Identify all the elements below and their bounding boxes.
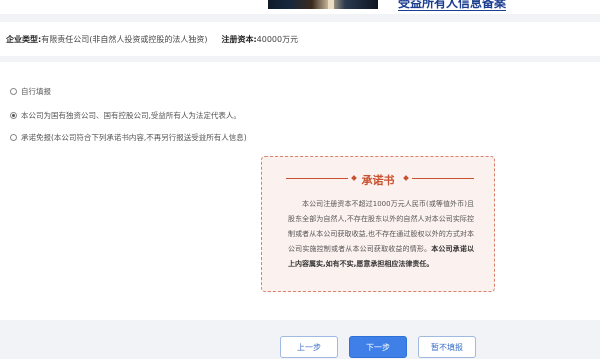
option-state-owned[interactable]: 本公司为国有独资公司、国有控股公司,受益所有人为法定代表人。 bbox=[10, 110, 241, 121]
skip-report-button[interactable]: 暂不填报 bbox=[418, 336, 476, 358]
pledge-text: 本公司注册资本不超过1000万元人民币(或等值外币)且股东全部为自然人,不存在股… bbox=[288, 197, 474, 272]
pledge-title: 承诺书 bbox=[361, 174, 395, 187]
company-type-value: 有限责任公司(非自然人投资或控股的法人独资) bbox=[41, 34, 208, 44]
radio-exempt-pledge[interactable] bbox=[10, 134, 17, 141]
pledge-box: 承诺书 本公司注册资本不超过1000万元人民币(或等值外币)且股东全部为自然人,… bbox=[261, 156, 495, 292]
header-image bbox=[268, 0, 378, 9]
company-info-row: 企业类型: 有限责任公司(非自然人投资或控股的法人独资) 注册资本: 40000… bbox=[0, 22, 600, 56]
company-type-label: 企业类型: bbox=[6, 34, 42, 44]
page-title: 受益所有人信息备案 bbox=[398, 0, 507, 11]
registered-capital-label: 注册资本: bbox=[221, 34, 257, 44]
option-self-report[interactable]: 自行填报 bbox=[10, 86, 51, 97]
option-label: 本公司为国有独资公司、国有控股公司,受益所有人为法定代表人。 bbox=[21, 111, 241, 120]
registered-capital-value: 40000万元 bbox=[256, 34, 299, 44]
pledge-divider-right bbox=[412, 178, 474, 179]
prev-step-button[interactable]: 上一步 bbox=[280, 336, 338, 358]
pledge-header: 承诺书 bbox=[262, 171, 494, 187]
option-exempt-pledge[interactable]: 承诺免报(本公司符合下列承诺书内容,不再另行报送受益所有人信息) bbox=[10, 132, 247, 143]
next-step-button[interactable]: 下一步 bbox=[349, 336, 407, 358]
radio-self-report[interactable] bbox=[10, 88, 17, 95]
option-label: 自行填报 bbox=[21, 87, 51, 96]
option-label: 承诺免报(本公司符合下列承诺书内容,不再另行报送受益所有人信息) bbox=[21, 133, 247, 142]
main-panel: 自行填报 本公司为国有独资公司、国有控股公司,受益所有人为法定代表人。 承诺免报… bbox=[0, 62, 600, 320]
radio-state-owned[interactable] bbox=[10, 112, 17, 119]
